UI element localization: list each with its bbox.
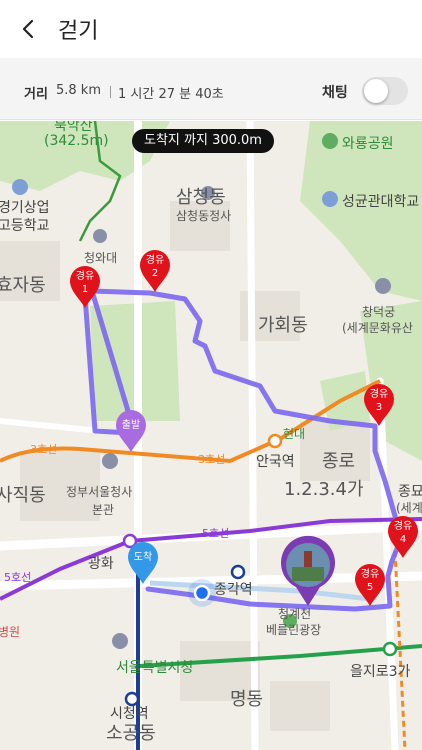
waypoint-label: 경유: [360, 569, 380, 580]
label-jongmyo: 종묘: [398, 484, 422, 500]
label-line5-b: 5호선: [4, 571, 32, 584]
gov-complex-poi: [102, 453, 118, 469]
waypoint-label: 경유: [393, 521, 413, 532]
waypoint-number: 4: [399, 534, 407, 545]
label-changdeokgung: 창덕궁: [362, 305, 396, 319]
cheongwadae-poi: [93, 229, 107, 243]
school-poi: [12, 179, 28, 195]
start-pin-label: 출발: [121, 420, 141, 431]
label-anguk: 안국역: [256, 454, 295, 470]
waypoint-number: 2: [151, 268, 159, 279]
start-pin[interactable]: 출발: [114, 409, 148, 453]
label-gov-complex: 정부서울청사: [66, 485, 133, 499]
waypoint-pin-2[interactable]: 경유 2: [138, 249, 172, 293]
label-hyoja: 효자동: [0, 275, 46, 296]
map-view[interactable]: 북악산 (342.5m) 삼청동 삼청동정사 청와대 효자동 경기상업 고등학교…: [0, 121, 422, 750]
label-jongno: 종로: [322, 451, 356, 472]
label-sungkyunkwan: 성균관대학교: [342, 194, 420, 210]
label-gov-complex2: 본관: [92, 503, 115, 517]
waypoint-label: 경유: [369, 389, 389, 400]
label-jongno-sub: 1.2.3.4가: [284, 479, 364, 500]
distance-to-destination-pill: 도착지 까지 300.0m: [132, 129, 274, 153]
label-cheonggye: 청계천: [278, 607, 312, 621]
waypoint-number: 1: [81, 284, 89, 295]
top-bar: 걷기: [0, 0, 422, 58]
label-waryong: 와룡공원: [342, 136, 394, 152]
distance-value: 5.8 km: [56, 83, 101, 98]
label-sajik: 사직동: [0, 485, 46, 506]
page-title: 걷기: [58, 19, 99, 44]
label-gyeonggi-school: 경기상업: [0, 200, 50, 216]
duration-value: 1 시간 27 분 40초: [118, 87, 224, 102]
label-gahoe: 가회동: [258, 315, 308, 336]
label-sogong: 소공동: [106, 723, 156, 744]
label-line5-a: 5호선: [202, 527, 230, 540]
distance-label: 거리: [24, 87, 48, 102]
label-myeongdong: 명동: [230, 689, 264, 710]
label-berlin: 베를린광장: [266, 623, 322, 637]
waypoint-pin-5[interactable]: 경유 5: [353, 563, 387, 607]
cityhall-poi: [112, 633, 128, 649]
label-samcheong: 삼청동: [176, 187, 226, 208]
label-cheongwadae: 청와대: [84, 251, 118, 265]
chat-toggle[interactable]: [362, 77, 408, 105]
waypoint-pin-3[interactable]: 경유 3: [362, 383, 396, 427]
label-hyeondae: 현대: [283, 427, 306, 441]
current-location-dot: [193, 584, 211, 602]
university-poi: [322, 191, 338, 207]
route-info-bar: 거리 5.8 km 1 시간 27 분 40초 채팅: [0, 58, 422, 120]
label-euljiro: 을지로3가: [350, 664, 411, 680]
label-seoul-cityhall: 서울특별시청: [116, 660, 194, 676]
arrival-pin[interactable]: 도착: [126, 541, 160, 585]
label-gwanghwa: 광화: [88, 556, 114, 572]
euljiro-station-marker: [382, 641, 398, 657]
label-hospital: 병원: [0, 625, 21, 639]
label-gyeonggi-school2: 고등학교: [0, 218, 50, 234]
waypoint-label: 경유: [75, 271, 95, 282]
anguk-station-marker: [267, 433, 283, 449]
park-poi: [322, 133, 338, 149]
label-samcheong-office: 삼청동정사: [176, 209, 232, 223]
changdeokgung-poi: [375, 278, 391, 294]
label-changdeokgung2: (세계문화유산: [342, 321, 413, 335]
label-line3-a: 3호선: [30, 443, 58, 456]
waypoint-label: 경유: [145, 255, 165, 266]
divider: [110, 86, 111, 98]
toggle-knob: [364, 79, 388, 103]
waypoint-pin-4[interactable]: 경유 4: [386, 515, 420, 559]
arrival-pin-label: 도착: [133, 552, 153, 563]
label-jonggak: 종각역: [214, 582, 253, 598]
waypoint-number: 5: [366, 582, 374, 593]
label-bugaksan-height: (342.5m): [44, 133, 109, 149]
chat-label: 채팅: [322, 85, 348, 101]
waypoint-number: 3: [375, 402, 383, 413]
label-line3-b: 3호선: [198, 453, 226, 466]
label-jongmyo2: (세계문화: [396, 501, 422, 515]
jonggak-station-marker: [230, 564, 246, 580]
waypoint-pin-1[interactable]: 경유 1: [68, 265, 102, 309]
back-icon[interactable]: [16, 14, 42, 44]
